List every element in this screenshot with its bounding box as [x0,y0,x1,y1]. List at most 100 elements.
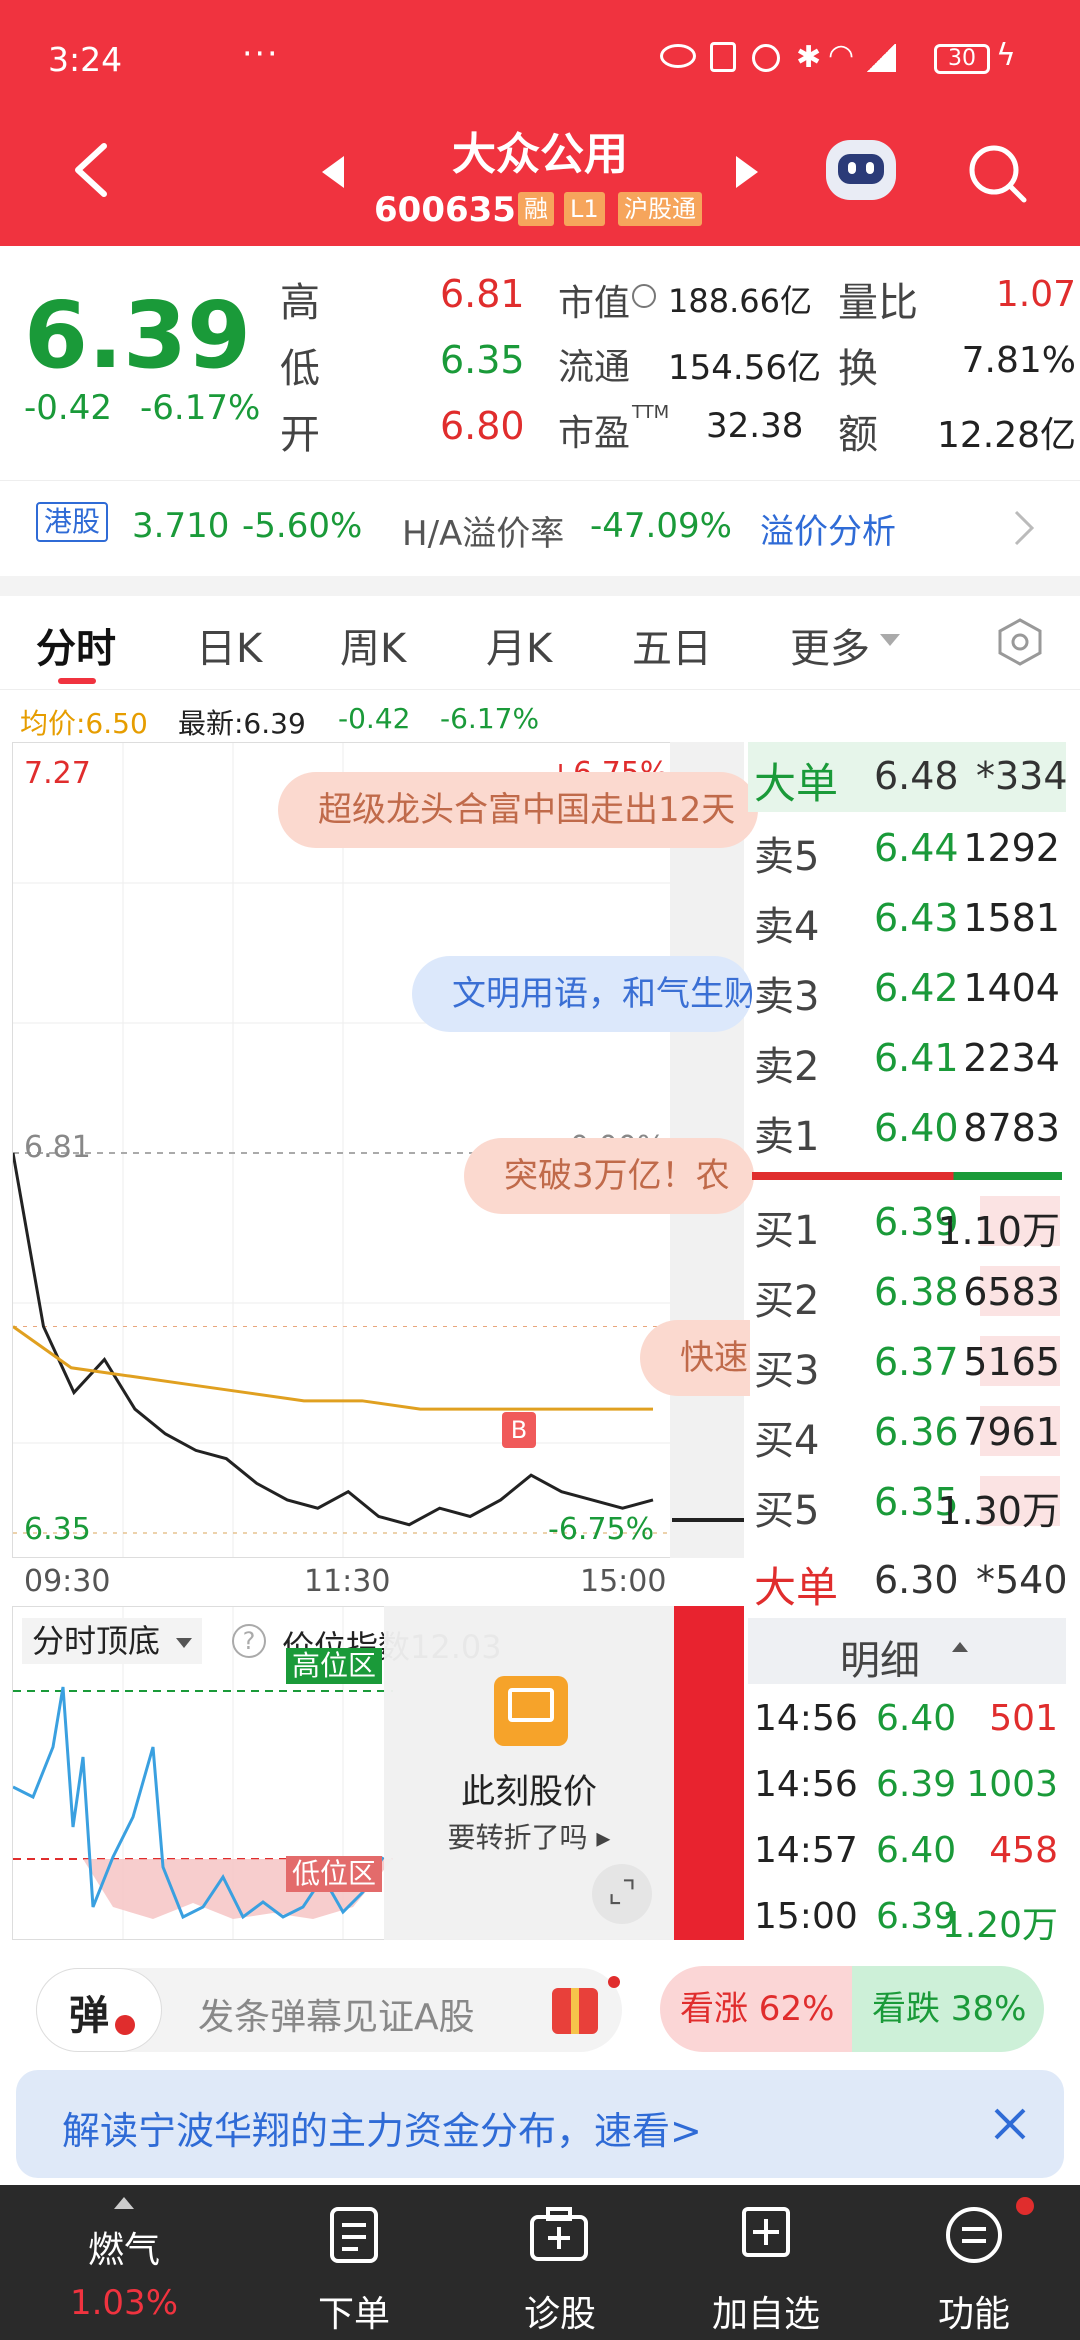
tick-price: 6.39 [876,1764,957,1805]
big-order-label: 大单 [754,759,839,808]
status-more: ··· [242,34,280,73]
bid-row[interactable]: 买1 6.39 1.10万 [748,1186,1066,1256]
tick-volume: 501 [989,1698,1058,1739]
tick-volume: 458 [989,1830,1058,1871]
big-sell-row[interactable]: 大单 6.48 *334 [748,742,1068,812]
ask-price: 6.43 [874,896,959,940]
ask-volume: 1581 [963,896,1060,940]
bid-row[interactable]: 买5 6.35 1.30万 [748,1466,1066,1536]
chart-change: -0.42 [338,702,411,735]
ask-level-label: 卖3 [754,974,820,1020]
ask-level-label: 卖1 [754,1114,820,1160]
y-top-label: 7.27 [24,756,91,791]
tab-more[interactable]: 更多 [790,616,870,674]
news-bubble[interactable]: 快速 [640,1320,750,1396]
big-buy-row[interactable]: 大单 6.30 *540 [748,1548,1068,1612]
danmaku-bar[interactable]: 弹 发条弹幕见证A股 [36,1968,622,2052]
low-label: 低 [280,346,320,392]
bid-row[interactable]: 买4 6.36 7961 [748,1396,1066,1466]
news-bubble[interactable]: 超级龙头合富中国走出12天 [278,772,758,848]
chart-change-pct: -6.17% [440,702,540,735]
menu-circle-icon [946,2207,1002,2263]
robot-assistant-icon[interactable] [826,140,896,200]
amount-value: 12.28亿 [936,415,1076,456]
trade-tick-row: 14:56 6.39 1003 [748,1752,1066,1818]
premium-analysis-link[interactable]: 溢价分析 [760,504,896,553]
hk-pct: -5.60% [242,506,363,546]
news-bubble[interactable]: 突破3万亿！农 [464,1138,754,1214]
tab-five-day[interactable]: 五日 [632,616,712,674]
bid-row[interactable]: 买3 6.37 5165 [748,1326,1066,1396]
order-doc-icon [330,2207,378,2263]
nav-functions[interactable]: 功能 [884,2185,1064,2340]
promo-card[interactable]: 此刻股价 要转折了吗 ▸ ⌞⌝ [384,1606,674,1940]
help-icon[interactable]: ? [232,1624,266,1658]
ask-price: 6.44 [874,826,959,870]
danmaku-label: 弹 [69,1993,109,2039]
charging-icon: ϟ [996,38,1016,73]
divider [0,480,1080,481]
tick-time: 15:00 [754,1896,858,1937]
notification-dot [608,1976,620,1988]
gift-icon[interactable] [552,1988,598,2034]
margin-tag: 融 [518,192,554,226]
detail-header[interactable]: 明细 [748,1618,1066,1684]
ask-volume: 8783 [963,1106,1060,1150]
tick-price: 6.40 [876,1830,957,1871]
news-bubble[interactable]: 文明用语，和气生财 [412,956,752,1032]
buy-marker[interactable]: B [502,1412,536,1448]
level1-tag: L1 [564,192,605,226]
big-order-price: 6.48 [874,754,959,798]
turnover-label: 换 [838,346,878,392]
promo-banner[interactable]: 解读宁波华翔的主力资金分布，速看> [16,2070,1064,2178]
sector-item[interactable]: 燃气 1.03% [34,2185,214,2340]
stock-name: 大众公用 [452,129,628,180]
pe-ttm-label: TTM [632,402,670,423]
settings-hex-icon[interactable] [994,616,1046,668]
caret-up-icon [114,2197,134,2209]
ask-row[interactable]: 卖1 6.40 8783 [748,1092,1066,1162]
tick-time: 14:56 [754,1698,858,1739]
current-price: 6.39 [24,282,251,389]
x-tick: 11:30 [304,1564,391,1599]
nav-place-order[interactable]: 下单 [264,2185,444,2340]
tab-daily-k[interactable]: 日K [196,616,262,674]
search-button[interactable] [966,142,1030,206]
tab-weekly-k[interactable]: 周K [340,616,406,674]
hk-row[interactable]: 港股 3.710 -5.60% H/A溢价率 -47.09% 溢价分析 [0,490,1080,560]
big-order-volume: *540 [976,1558,1068,1602]
info-icon[interactable] [632,284,656,308]
tab-intraday[interactable]: 分时 [36,616,116,674]
ask-price: 6.41 [874,1036,959,1080]
alarm-icon [752,44,780,72]
ask-row[interactable]: 卖5 6.44 1292 [748,812,1066,882]
ask-row[interactable]: 卖3 6.42 1404 [748,952,1066,1022]
bearish-button[interactable]: 看跌 38% [852,1966,1044,2052]
ask-row[interactable]: 卖4 6.43 1581 [748,882,1066,952]
nav-add-watchlist[interactable]: 加自选 [676,2185,856,2340]
latest-price: 最新:6.39 [178,707,306,740]
close-icon[interactable] [992,2106,1028,2142]
bid-price: 6.37 [874,1340,959,1384]
float-label: 流通 [558,347,631,388]
y-bottom-label: 6.35 [24,1512,91,1547]
danmaku-toggle-button[interactable]: 弹 [36,1968,162,2052]
low-value: 6.35 [440,338,525,382]
premium-value: -47.09% [590,506,732,546]
tab-monthly-k[interactable]: 月K [486,616,552,674]
bid-row[interactable]: 买2 6.38 6583 [748,1256,1066,1326]
nfc-icon [710,42,736,72]
buy-sell-ratio-bar [752,1172,1062,1180]
signal-icon [866,44,896,72]
danmaku-input[interactable]: 发条弹幕见证A股 [198,1988,475,2040]
ask-row[interactable]: 卖2 6.41 2234 [748,1022,1066,1092]
expand-icon[interactable]: ⌞⌝ [592,1864,652,1924]
bid-price: 6.36 [874,1410,959,1454]
nav-diagnose[interactable]: 诊股 [470,2185,650,2340]
caret-down-icon [880,634,900,646]
bullish-button[interactable]: 看涨 62% [660,1966,852,2052]
bid-level-label: 买3 [754,1348,820,1394]
indicator-select[interactable]: 分时顶底 [22,1618,203,1664]
low-zone-label: 低位区 [286,1856,383,1892]
banner-text: 解读宁波华翔的主力资金分布，速看> [62,2109,702,2153]
